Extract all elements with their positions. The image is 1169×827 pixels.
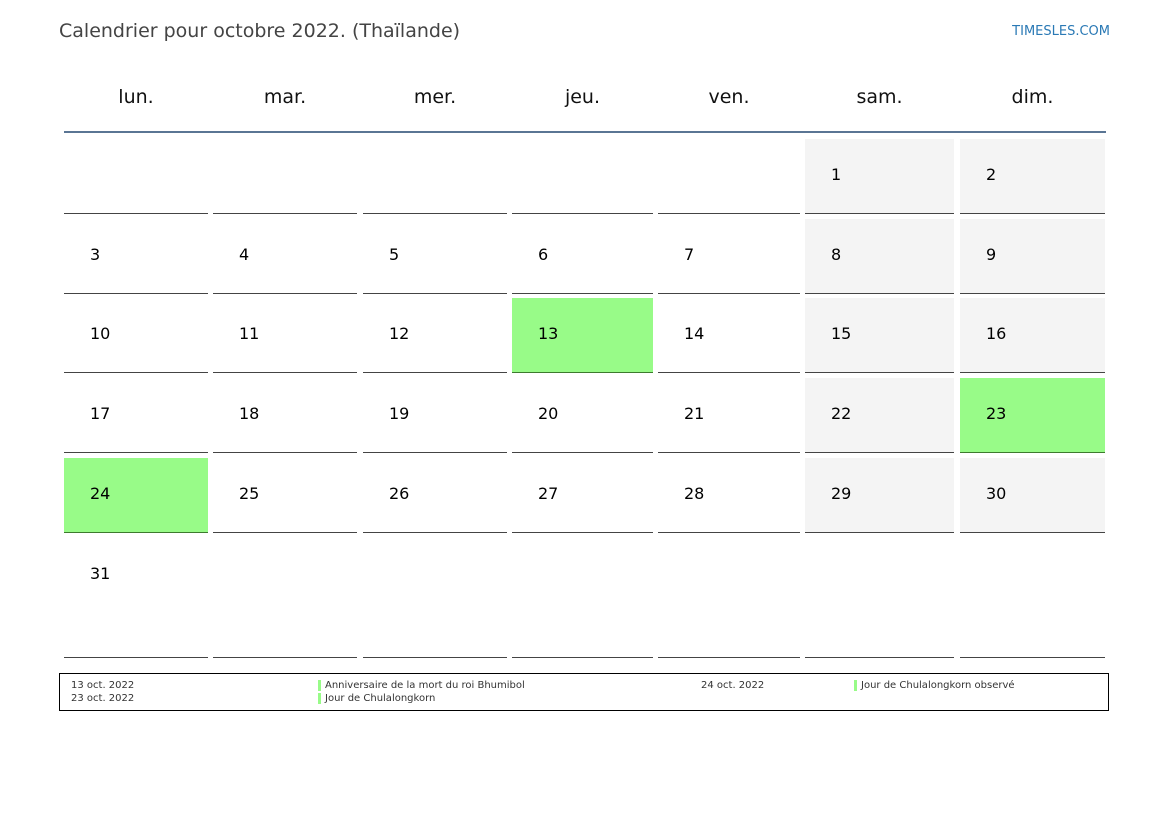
day-cell-23[interactable]: 23 — [960, 378, 1105, 453]
day-number: 4 — [239, 245, 250, 264]
day-cell-21[interactable]: 21 — [658, 378, 800, 453]
day-number: 19 — [389, 404, 410, 423]
day-number: 2 — [986, 165, 997, 184]
day-cell-20[interactable]: 20 — [512, 378, 653, 453]
day-cell-14[interactable]: 14 — [658, 298, 800, 373]
legend-date: 23 oct. 2022 — [71, 693, 135, 704]
legend-holiday-name: Jour de Chulalongkorn — [325, 693, 436, 704]
empty-cell — [512, 538, 653, 658]
day-number: 27 — [538, 484, 559, 503]
day-cell-30[interactable]: 30 — [960, 458, 1105, 533]
day-number: 12 — [389, 324, 410, 343]
day-cell-2[interactable]: 2 — [960, 139, 1105, 214]
day-number: 20 — [538, 404, 559, 423]
legend-date: 13 oct. 2022 — [71, 680, 135, 691]
day-number: 21 — [684, 404, 705, 423]
page-title: Calendrier pour octobre 2022. (Thaïlande… — [59, 20, 461, 42]
day-cell-1[interactable]: 1 — [805, 139, 954, 214]
empty-cell — [363, 139, 507, 214]
day-cell-10[interactable]: 10 — [64, 298, 208, 373]
empty-cell — [512, 139, 653, 214]
empty-cell — [64, 139, 208, 214]
weekday-3: jeu. — [564, 86, 601, 108]
day-cell-3[interactable]: 3 — [64, 219, 208, 294]
day-cell-27[interactable]: 27 — [512, 458, 653, 533]
day-cell-6[interactable]: 6 — [512, 219, 653, 294]
legend-color-swatch — [854, 680, 857, 691]
day-number: 30 — [986, 484, 1007, 503]
empty-cell — [960, 538, 1105, 658]
day-cell-13[interactable]: 13 — [512, 298, 653, 373]
day-number: 25 — [239, 484, 260, 503]
empty-cell — [805, 538, 954, 658]
day-cell-25[interactable]: 25 — [213, 458, 357, 533]
day-cell-7[interactable]: 7 — [658, 219, 800, 294]
legend-date: 24 oct. 2022 — [701, 680, 765, 691]
day-cell-31[interactable]: 31 — [64, 538, 208, 658]
weekday-4: ven. — [708, 86, 750, 108]
day-cell-26[interactable]: 26 — [363, 458, 507, 533]
day-cell-18[interactable]: 18 — [213, 378, 357, 453]
day-cell-28[interactable]: 28 — [658, 458, 800, 533]
empty-cell — [363, 538, 507, 658]
empty-cell — [658, 139, 800, 214]
legend-color-swatch — [318, 680, 321, 691]
day-cell-8[interactable]: 8 — [805, 219, 954, 294]
day-number: 10 — [90, 324, 111, 343]
day-number: 29 — [831, 484, 852, 503]
day-cell-11[interactable]: 11 — [213, 298, 357, 373]
day-number: 23 — [986, 404, 1007, 423]
empty-cell — [658, 538, 800, 658]
weekday-5: sam. — [856, 86, 903, 108]
holiday-legend: 13 oct. 2022 Anniversaire de la mort du r… — [59, 673, 1109, 711]
weekday-0: lun. — [118, 86, 154, 108]
day-number: 11 — [239, 324, 260, 343]
legend-holiday-name: Anniversaire de la mort du roi Bhumibol — [325, 680, 525, 691]
day-cell-17[interactable]: 17 — [64, 378, 208, 453]
day-number: 5 — [389, 245, 400, 264]
day-number: 15 — [831, 324, 852, 343]
day-number: 8 — [831, 245, 842, 264]
legend-holiday-name: Jour de Chulalongkorn observé — [861, 680, 1015, 691]
day-cell-5[interactable]: 5 — [363, 219, 507, 294]
legend-color-swatch — [318, 693, 321, 704]
day-cell-15[interactable]: 15 — [805, 298, 954, 373]
day-number: 6 — [538, 245, 549, 264]
empty-cell — [213, 538, 357, 658]
day-number: 3 — [90, 245, 101, 264]
day-number: 14 — [684, 324, 705, 343]
header-rule — [64, 131, 1106, 133]
weekday-2: mer. — [413, 86, 457, 108]
day-cell-29[interactable]: 29 — [805, 458, 954, 533]
day-number: 13 — [538, 324, 559, 343]
day-number: 24 — [90, 484, 111, 503]
day-number: 1 — [831, 165, 842, 184]
day-number: 26 — [389, 484, 410, 503]
day-cell-19[interactable]: 19 — [363, 378, 507, 453]
day-cell-22[interactable]: 22 — [805, 378, 954, 453]
day-cell-24[interactable]: 24 — [64, 458, 208, 533]
day-number: 9 — [986, 245, 997, 264]
weekday-1: mar. — [263, 86, 307, 108]
day-cell-12[interactable]: 12 — [363, 298, 507, 373]
day-number: 22 — [831, 404, 852, 423]
empty-cell — [213, 139, 357, 214]
day-number: 16 — [986, 324, 1007, 343]
day-number: 7 — [684, 245, 695, 264]
site-link[interactable]: TIMESLES.COM — [1012, 24, 1110, 39]
day-number: 18 — [239, 404, 260, 423]
day-cell-9[interactable]: 9 — [960, 219, 1105, 294]
weekday-6: dim. — [1011, 86, 1054, 108]
day-number: 17 — [90, 404, 111, 423]
day-cell-4[interactable]: 4 — [213, 219, 357, 294]
day-number: 31 — [90, 564, 111, 583]
day-number: 28 — [684, 484, 705, 503]
day-cell-16[interactable]: 16 — [960, 298, 1105, 373]
